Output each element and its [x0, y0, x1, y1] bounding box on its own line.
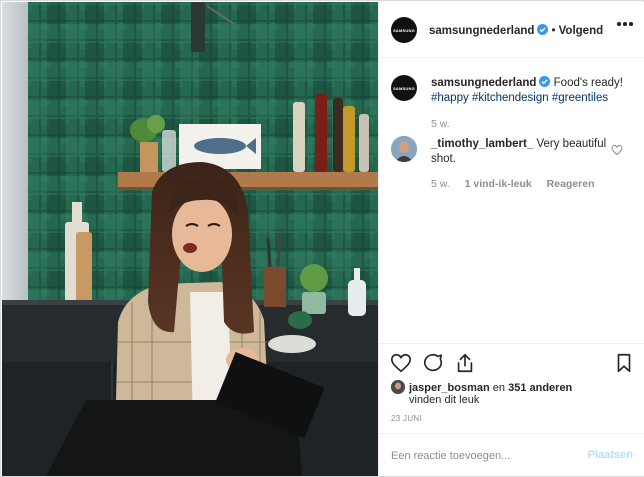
kitchen-photo-illustration	[2, 2, 378, 476]
caption-body: Food's ready!	[553, 77, 623, 89]
caption-avatar-logo-text: SAMSUNG	[393, 85, 415, 91]
caption-text: samsungnederland Food's ready! #happy #k…	[431, 76, 631, 106]
liker-username[interactable]: jasper_bosman	[409, 382, 490, 394]
caption-verified-icon	[539, 76, 551, 87]
comment-bubble-icon[interactable]	[422, 352, 444, 374]
instagram-post-frame: SAMSUNG samsungnederland • Volgend SAMSU…	[0, 0, 644, 477]
liker-avatar[interactable]	[391, 380, 405, 394]
follow-separator: •	[551, 25, 556, 37]
hashtag-happy[interactable]: #happy	[431, 92, 469, 104]
likes-suffix: vinden dit leuk	[409, 394, 480, 406]
likes-summary: jasper_bosman en 351 anderen vinden dit …	[391, 380, 637, 406]
comment-reply-button[interactable]: Reageren	[547, 178, 595, 190]
post-comment-button[interactable]: Plaatsen	[588, 449, 633, 461]
avatar-logo-text: SAMSUNG	[393, 27, 415, 33]
caption-age[interactable]: 5 w.	[431, 118, 450, 130]
share-icon[interactable]	[454, 352, 476, 374]
comment-like-heart-icon[interactable]	[611, 144, 623, 156]
header-account-line: samsungnederland • Volgend	[429, 24, 603, 37]
comment-text: _timothy_lambert_ Very beautiful shot.	[431, 137, 607, 167]
like-heart-icon[interactable]	[390, 352, 412, 374]
more-options-icon[interactable]	[617, 22, 633, 28]
hashtag-greentiles[interactable]: #greentiles	[552, 92, 608, 104]
comment-username[interactable]: _timothy_lambert_	[431, 138, 533, 150]
comments-section: SAMSUNG samsungnederland Food's ready! #…	[379, 58, 644, 343]
likes-connector: en	[492, 382, 506, 394]
caption-username[interactable]: samsungnederland	[431, 77, 536, 89]
post-actions-section: jasper_bosman en 351 anderen vinden dit …	[379, 343, 644, 476]
post-side-panel: SAMSUNG samsungnederland • Volgend SAMSU…	[378, 2, 644, 476]
hashtag-kitchendesign[interactable]: #kitchendesign	[472, 92, 549, 104]
caption-avatar[interactable]: SAMSUNG	[391, 75, 417, 101]
commenter-avatar-photo	[391, 136, 417, 162]
post-header: SAMSUNG samsungnederland • Volgend	[379, 2, 644, 58]
save-bookmark-icon[interactable]	[613, 352, 635, 374]
account-avatar[interactable]: SAMSUNG	[391, 17, 417, 43]
post-date[interactable]: 23 JUNI	[391, 414, 422, 423]
likes-others-count[interactable]: 351 anderen	[508, 382, 572, 394]
add-comment-input[interactable]	[391, 446, 581, 466]
liker-avatar-photo	[391, 380, 405, 394]
post-photo[interactable]	[2, 2, 378, 476]
following-button[interactable]: Volgend	[559, 25, 604, 37]
add-comment-bar: Plaatsen	[379, 433, 644, 477]
header-username[interactable]: samsungnederland	[429, 25, 534, 37]
comment-like-count[interactable]: 1 vind-ik-leuk	[465, 178, 532, 190]
comment-age[interactable]: 5 w.	[431, 178, 450, 190]
commenter-avatar[interactable]	[391, 136, 417, 162]
verified-badge-icon	[537, 24, 549, 35]
comment-meta: 5 w. 1 vind-ik-leuk Reageren	[431, 178, 595, 190]
